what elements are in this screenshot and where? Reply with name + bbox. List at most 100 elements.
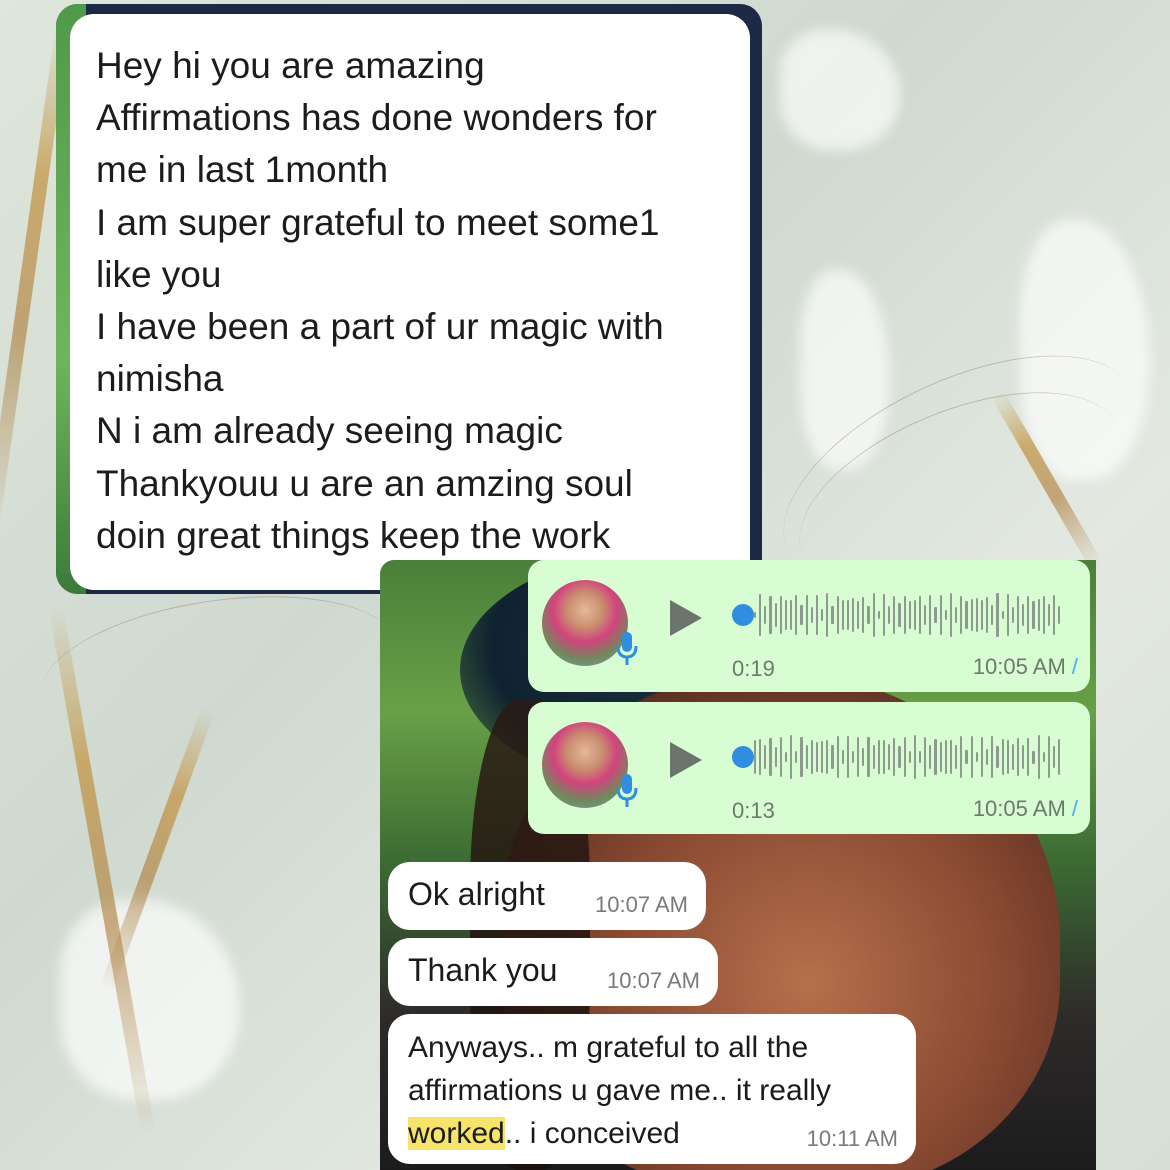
message-time: 10:07 AM [607,968,700,993]
waveform-bar [831,605,834,625]
waveform-bar [754,612,757,618]
waveform-bar [955,606,958,624]
waveform-bar [970,599,973,631]
waveform-bar [821,609,824,621]
message-line: Hey hi you are amazing [96,45,485,86]
waveform-bar [754,740,757,774]
playback-scrubber[interactable] [732,604,754,626]
incoming-message-bubble: Thank you 10:07 AM [388,938,718,1006]
waveform-bar [898,603,901,627]
waveform-bar [991,605,994,625]
waveform-bar [795,595,798,635]
waveform[interactable] [754,592,1061,638]
waveform-bar [919,595,922,635]
waveform-bar [888,606,891,624]
waveform-bar [975,598,978,632]
time-label: 10:05 AM [972,654,1066,679]
waveform-bar [784,600,788,630]
waveform-bar [836,596,839,634]
waveform-bar [1058,739,1061,775]
waveform-bar [851,597,855,633]
waveform-bar [867,605,870,624]
waveform-bar [913,599,916,631]
waveform-bar [790,735,793,779]
waveform-bar [1006,594,1009,636]
waveform-bar [960,595,963,635]
waveform-bar [949,740,953,774]
voice-note-bubble[interactable]: 0:19 10:05 AM // [528,560,1090,692]
waveform-bar [836,736,839,778]
waveform-bar [996,593,999,637]
waveform-bar [1047,736,1051,778]
waveform-bar [857,737,860,777]
waveform-bar [949,593,953,637]
waveform-bar [1037,735,1040,779]
message-text-rest: .. i conceived [504,1117,680,1150]
waveform-bar [975,751,978,763]
waveform-bar [944,609,947,621]
waveform-bar [872,744,875,770]
waveform-bar [1006,740,1009,774]
waveform-bar [929,745,932,769]
voice-note-bubble[interactable]: 0:13 10:05 AM // [528,702,1090,834]
waveform-bar [955,744,958,770]
waveform-bar [759,594,762,636]
waveform-bar [893,738,896,776]
waveform-bar [851,751,855,763]
waveform-bar [882,594,886,636]
message-time: 10:05 AM // [972,796,1078,822]
waveform-bar [929,594,932,636]
waveform-bar [1027,595,1030,635]
waveform-bar [774,746,777,768]
waveform-bar [939,742,942,772]
waveform-bar [986,748,989,766]
highlighted-word: worked [408,1117,505,1150]
waveform-bar [944,740,947,774]
waveform-bar [877,611,880,619]
waveform-bar [1037,599,1040,631]
waveform-bar [815,595,819,635]
incoming-message-bubble: Hey hi you are amazing Affirmations has … [70,14,750,590]
bottom-chat-screenshot: 0:19 10:05 AM // 0:13 10:05 AM // Ok alr… [380,560,1096,1170]
waveform-bar [882,739,886,775]
waveform-bar [934,606,937,624]
waveform-bar [846,599,849,631]
message-line: I am super grateful to meet some1 [96,201,660,243]
waveform-bar [779,596,782,634]
message-time: 10:07 AM [595,892,688,917]
waveform-bar [986,596,989,634]
waveform-bar [934,739,937,775]
waveform-bar [826,740,829,774]
waveform-bar [908,600,911,630]
waveform-bar [888,744,891,770]
waveform-bar [980,600,984,630]
waveform-bar [939,595,942,635]
waveform-bar [810,607,813,623]
waveform-bar [867,736,870,778]
message-line: worked.. i conceived [408,1112,831,1155]
message-text: Anyways.. m grateful to all the affirmat… [408,1026,831,1155]
message-text: Ok alright [408,876,545,912]
waveform-bar [800,605,803,625]
waveform-bar [924,604,927,626]
waveform-bar [805,744,808,770]
incoming-message-bubble: Ok alright 10:07 AM [388,862,706,930]
playback-scrubber[interactable] [732,746,754,768]
waveform-bar [1042,596,1045,634]
waveform-bar [1053,595,1056,635]
voice-duration: 0:13 [732,798,775,823]
voice-duration: 0:19 [732,656,775,681]
waveform-bar [996,745,999,769]
waveform-bar [805,594,808,636]
play-icon[interactable] [670,600,702,636]
waveform-bar [846,736,849,778]
waveform-bar [857,601,860,629]
waveform-bar [991,736,994,778]
white-paint-blot [60,900,240,1100]
waveform[interactable] [754,734,1061,780]
waveform-bar [893,596,896,634]
waveform-bar [1016,595,1020,635]
play-icon[interactable] [670,742,702,778]
waveform-bar [795,750,798,764]
time-label: 10:05 AM [972,796,1066,821]
